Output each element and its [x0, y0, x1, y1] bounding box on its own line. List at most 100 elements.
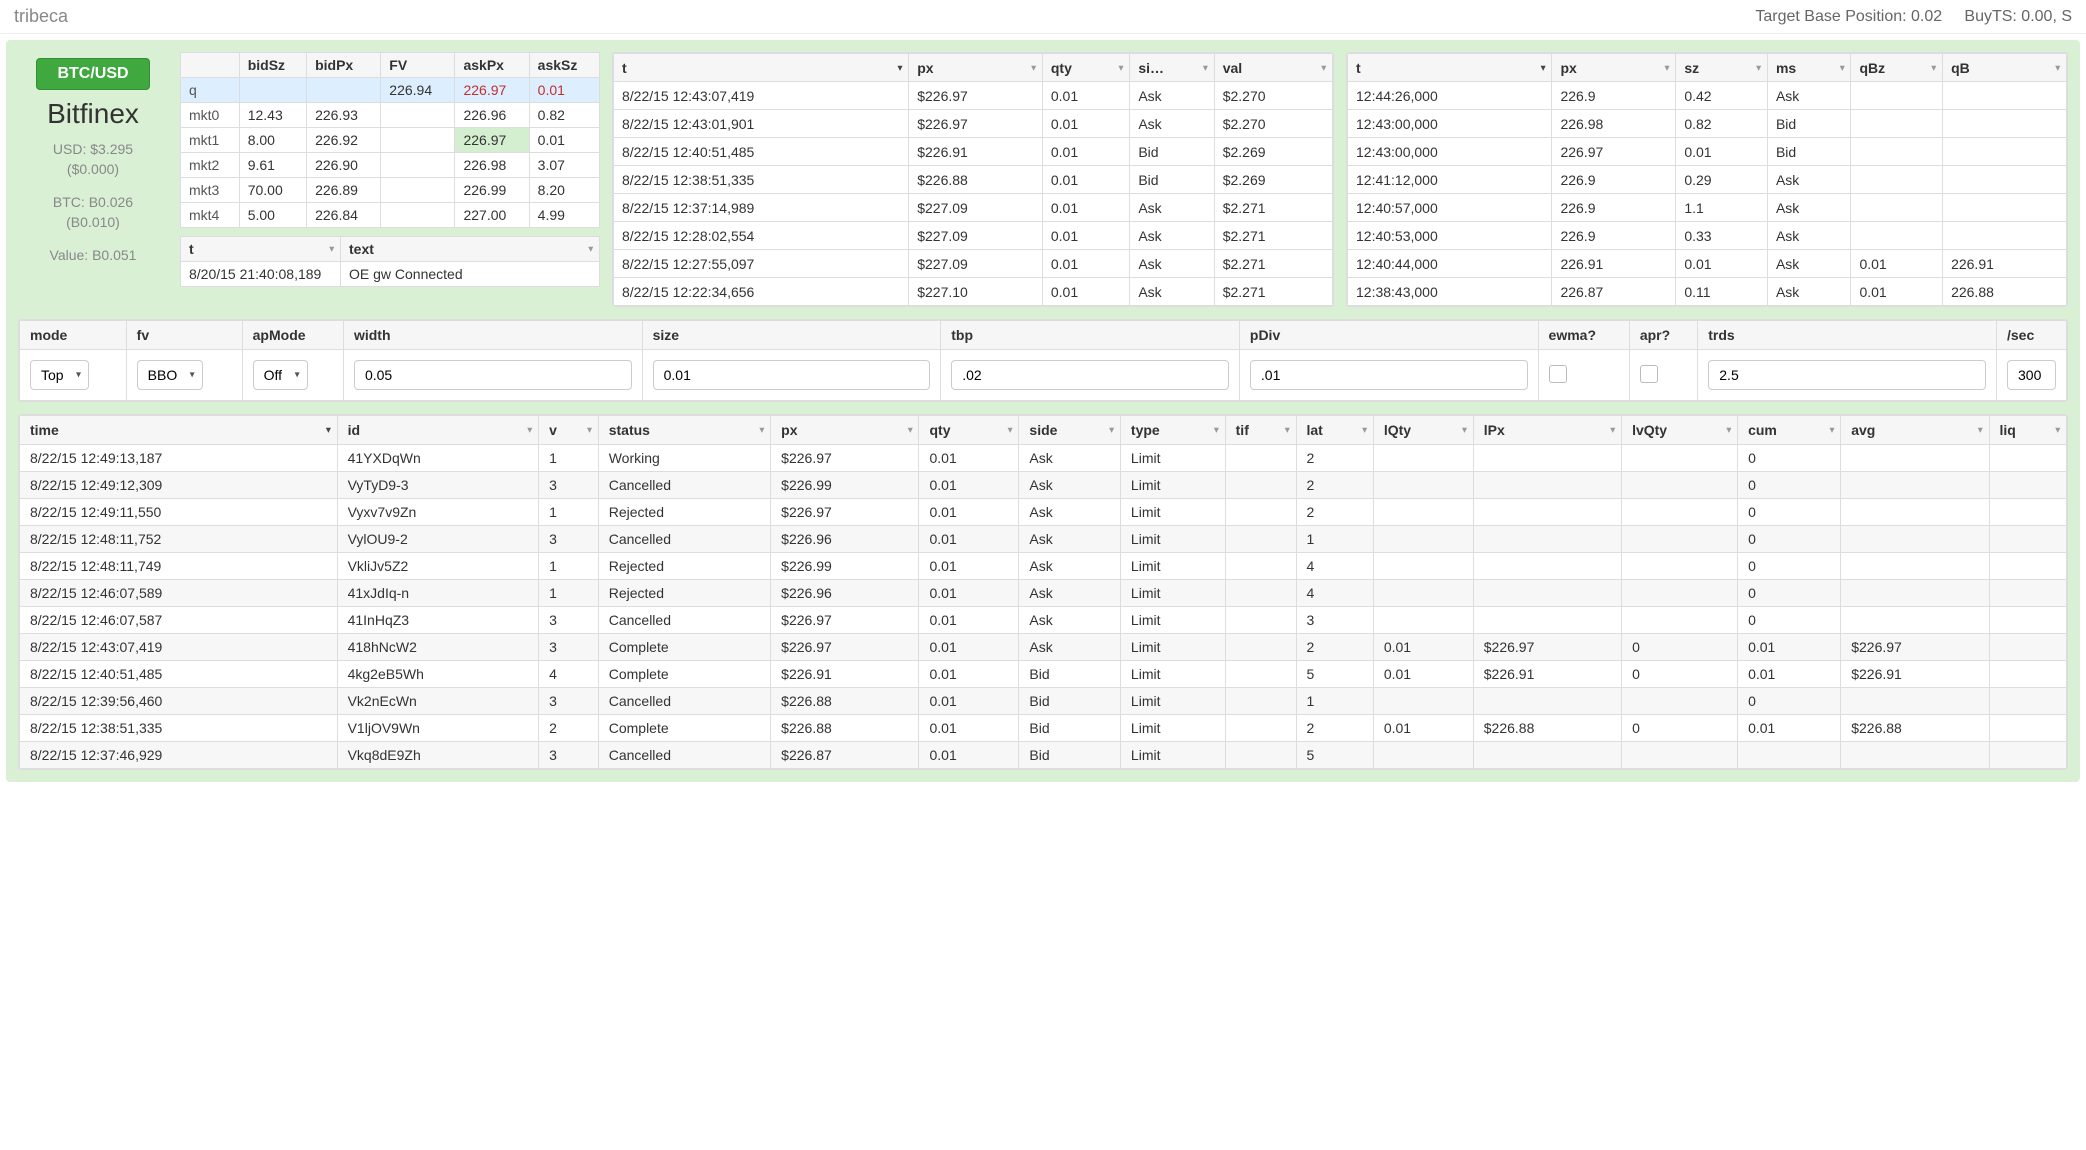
orders-cell: 0 — [1738, 445, 1841, 472]
orders-cell — [1473, 445, 1621, 472]
grid-cell: 1.1 — [1676, 194, 1768, 222]
market-cell: 12.43 — [239, 103, 306, 128]
persec-input[interactable] — [2007, 360, 2056, 390]
orders-cell: 0.01 — [919, 553, 1019, 580]
orders-header[interactable]: id — [337, 416, 538, 445]
fv-select[interactable]: BBO — [137, 360, 203, 390]
orders-cell: Complete — [598, 634, 770, 661]
grid-header[interactable]: px — [1552, 54, 1676, 82]
grid-header[interactable]: ms — [1767, 54, 1851, 82]
grid-cell: 0.82 — [1676, 110, 1768, 138]
orders-cell: 41YXDqWn — [337, 445, 538, 472]
grid-header[interactable]: val — [1214, 54, 1332, 82]
log-col-t[interactable]: t — [181, 237, 341, 262]
orders-cell — [1622, 742, 1738, 769]
orders-header[interactable]: lvQty — [1622, 416, 1738, 445]
orders-cell: 1 — [1296, 688, 1373, 715]
grid-header[interactable]: qty — [1042, 54, 1129, 82]
orders-cell — [1225, 553, 1296, 580]
portfolio-value: Value: B0.051 — [18, 246, 168, 266]
orders-cell: 2 — [1296, 499, 1373, 526]
orders-header[interactable]: lPx — [1473, 416, 1621, 445]
orders-cell — [1373, 580, 1473, 607]
grid-header[interactable]: qB — [1943, 54, 2067, 82]
orders-header[interactable]: tif — [1225, 416, 1296, 445]
size-input[interactable] — [653, 360, 931, 390]
orders-cell — [1473, 499, 1621, 526]
orders-cell: $226.97 — [771, 607, 919, 634]
orders-cell: 0.01 — [1738, 634, 1841, 661]
orders-header[interactable]: cum — [1738, 416, 1841, 445]
grid-header[interactable]: t — [1348, 54, 1552, 82]
grid-cell: $227.09 — [909, 222, 1043, 250]
orders-cell: 8/22/15 12:46:07,587 — [20, 607, 338, 634]
orders-cell: 0.01 — [919, 499, 1019, 526]
orders-cell: Vk2nEcWn — [337, 688, 538, 715]
market-col: askSz — [529, 53, 599, 78]
orders-cell: VkliJv5Z2 — [337, 553, 538, 580]
market-col — [181, 53, 240, 78]
apr-checkbox[interactable] — [1640, 365, 1658, 383]
market-cell: 226.94 — [381, 78, 455, 103]
grid-cell: $227.09 — [909, 194, 1043, 222]
orders-cell: Limit — [1120, 634, 1225, 661]
param-header: apMode — [242, 321, 343, 350]
orders-header[interactable]: px — [771, 416, 919, 445]
market-cell: 226.93 — [307, 103, 381, 128]
pdiv-input[interactable] — [1250, 360, 1528, 390]
table-row: 8/22/15 12:40:51,4854kg2eB5Wh4Complete$2… — [20, 661, 2067, 688]
grid-header[interactable]: sz — [1676, 54, 1768, 82]
apmode-select[interactable]: Off — [253, 360, 308, 390]
orders-cell — [1622, 499, 1738, 526]
orders-cell — [1989, 661, 2066, 688]
grid-cell: $2.269 — [1214, 166, 1332, 194]
exchange-name: Bitfinex — [18, 98, 168, 130]
orders-cell: V1ljOV9Wn — [337, 715, 538, 742]
grid-header[interactable]: px — [909, 54, 1043, 82]
table-row: 8/22/15 12:46:07,58941xJdIq-n1Rejected$2… — [20, 580, 2067, 607]
orders-header[interactable]: lQty — [1373, 416, 1473, 445]
grid-cell: 8/22/15 12:43:07,419 — [614, 82, 909, 110]
usd-balance-held: ($0.000) — [18, 160, 168, 180]
orders-cell: Bid — [1019, 742, 1121, 769]
orders-grid: timeidvstatuspxqtysidetypetiflatlQtylPxl… — [19, 415, 2067, 769]
orders-header[interactable]: qty — [919, 416, 1019, 445]
mode-select[interactable]: Top — [30, 360, 89, 390]
param-header: /sec — [1997, 321, 2067, 350]
market-cell: 8.00 — [239, 128, 306, 153]
grid-cell: 0.01 — [1042, 278, 1129, 306]
orders-cell: 3 — [539, 688, 599, 715]
orders-cell: 0.01 — [1373, 715, 1473, 742]
orders-cell: 0.01 — [919, 688, 1019, 715]
market-cell — [381, 203, 455, 228]
orders-header[interactable]: status — [598, 416, 770, 445]
trds-input[interactable] — [1708, 360, 1986, 390]
market-cell — [307, 78, 381, 103]
grid-cell: 8/22/15 12:27:55,097 — [614, 250, 909, 278]
orders-cell: 3 — [539, 607, 599, 634]
orders-cell — [1373, 688, 1473, 715]
orders-cell: Working — [598, 445, 770, 472]
grid-header[interactable]: qBz — [1851, 54, 1943, 82]
log-col-text[interactable]: text — [341, 237, 600, 262]
orders-header[interactable]: type — [1120, 416, 1225, 445]
orders-cell: Limit — [1120, 715, 1225, 742]
grid-header[interactable]: t — [614, 54, 909, 82]
orders-header[interactable]: liq — [1989, 416, 2066, 445]
width-input[interactable] — [354, 360, 632, 390]
tbp-input[interactable] — [951, 360, 1229, 390]
ewma-checkbox[interactable] — [1549, 365, 1567, 383]
orders-cell: $226.97 — [771, 499, 919, 526]
pair-toggle-button[interactable]: BTC/USD — [36, 58, 149, 90]
orders-header[interactable]: time — [20, 416, 338, 445]
grid-cell — [1943, 194, 2067, 222]
table-row: 8/22/15 12:22:34,656$227.100.01Ask$2.271 — [614, 278, 1333, 306]
orders-header[interactable]: v — [539, 416, 599, 445]
orders-cell: $226.91 — [771, 661, 919, 688]
grid-header[interactable]: si… — [1130, 54, 1214, 82]
orders-header[interactable]: lat — [1296, 416, 1373, 445]
orders-cell: 0 — [1622, 715, 1738, 742]
orders-header[interactable]: side — [1019, 416, 1121, 445]
orders-header[interactable]: avg — [1841, 416, 1989, 445]
grid-cell: Ask — [1130, 250, 1214, 278]
